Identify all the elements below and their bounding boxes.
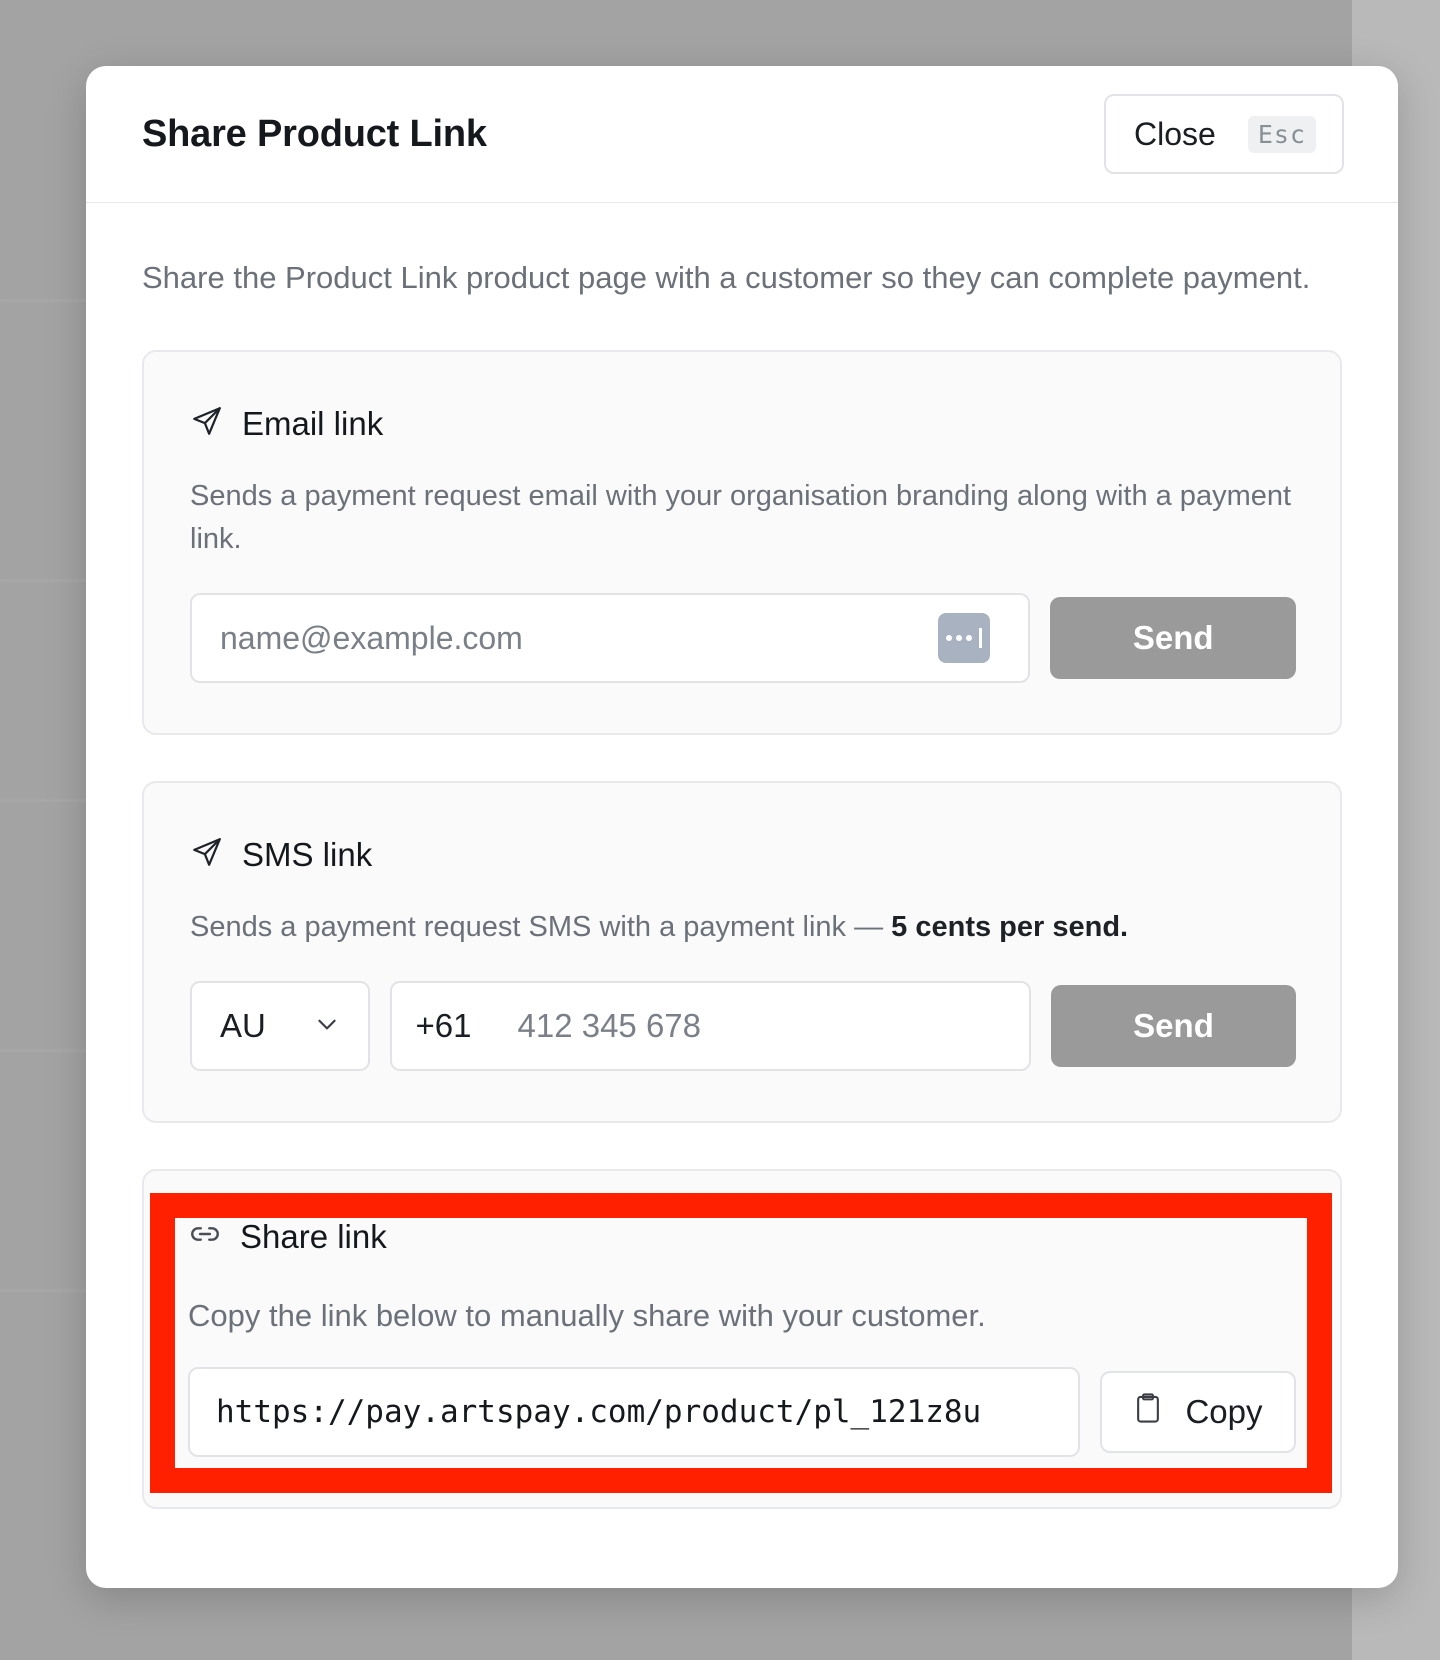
- phone-placeholder: 412 345 678: [517, 1007, 702, 1044]
- sms-form-row: AU +61 412 345 678 Send: [190, 981, 1296, 1071]
- dialog-header: Share Product Link Close Esc: [86, 66, 1398, 203]
- email-link-card: Email link Sends a payment request email…: [142, 350, 1342, 735]
- background-divider: [0, 580, 86, 581]
- sms-description-text: Sends a payment request SMS with a payme…: [190, 911, 892, 943]
- share-link-description: Copy the link below to manually share wi…: [188, 1298, 986, 1333]
- sms-link-card: SMS link Sends a payment request SMS wit…: [142, 781, 1342, 1123]
- share-url-field[interactable]: https://pay.artspay.com/product/pl_121z8…: [188, 1367, 1080, 1457]
- share-url-value: https://pay.artspay.com/product/pl_121z8…: [216, 1394, 982, 1430]
- background-divider: [0, 300, 86, 301]
- sms-link-header: SMS link: [190, 835, 1296, 874]
- sms-link-title: SMS link: [242, 835, 373, 873]
- send-icon: [190, 404, 224, 443]
- copy-button[interactable]: Copy: [1100, 1371, 1296, 1453]
- email-placeholder: name@example.com: [220, 619, 523, 656]
- share-link-title: Share link: [240, 1217, 387, 1255]
- dialog-body: Share the Product Link product page with…: [86, 203, 1398, 1509]
- share-link-header: Share link: [188, 1217, 1296, 1256]
- close-button[interactable]: Close Esc: [1104, 94, 1344, 174]
- chevron-down-icon: [314, 1007, 340, 1045]
- dialog-title: Share Product Link: [142, 112, 487, 155]
- sms-cost-note: 5 cents per send.: [891, 911, 1129, 943]
- country-select-value: AU: [220, 1007, 266, 1044]
- send-icon: [190, 835, 224, 874]
- dialog-intro: Share the Product Link product page with…: [142, 260, 1311, 295]
- background-divider: [0, 1290, 86, 1291]
- share-link-content: Share link Copy the link below to manual…: [188, 1217, 1296, 1457]
- sms-send-button[interactable]: Send: [1051, 985, 1296, 1067]
- share-product-link-dialog: Share Product Link Close Esc Share the P…: [86, 66, 1398, 1588]
- email-form-row: name@example.com Send: [190, 593, 1296, 683]
- phone-field[interactable]: +61 412 345 678: [389, 981, 1032, 1071]
- password-manager-autofill-icon[interactable]: [938, 613, 991, 663]
- share-link-card: Share link Copy the link below to manual…: [142, 1169, 1342, 1509]
- email-link-title: Email link: [242, 404, 384, 442]
- email-link-header: Email link: [190, 404, 1296, 443]
- close-button-label: Close: [1134, 115, 1216, 152]
- sms-link-description: Sends a payment request SMS with a payme…: [190, 906, 1296, 949]
- background-divider: [0, 800, 86, 801]
- copy-button-label: Copy: [1185, 1393, 1263, 1430]
- link-icon: [188, 1217, 222, 1256]
- email-field[interactable]: name@example.com: [190, 593, 1031, 683]
- country-select[interactable]: AU: [190, 981, 370, 1071]
- background-divider: [0, 1050, 86, 1051]
- email-link-description: Sends a payment request email with your …: [190, 480, 1292, 555]
- esc-shortcut-badge: Esc: [1247, 115, 1316, 153]
- share-link-row: https://pay.artspay.com/product/pl_121z8…: [188, 1367, 1296, 1457]
- dial-code: +61: [415, 1007, 472, 1044]
- clipboard-icon: [1133, 1392, 1163, 1432]
- email-send-button[interactable]: Send: [1050, 597, 1296, 679]
